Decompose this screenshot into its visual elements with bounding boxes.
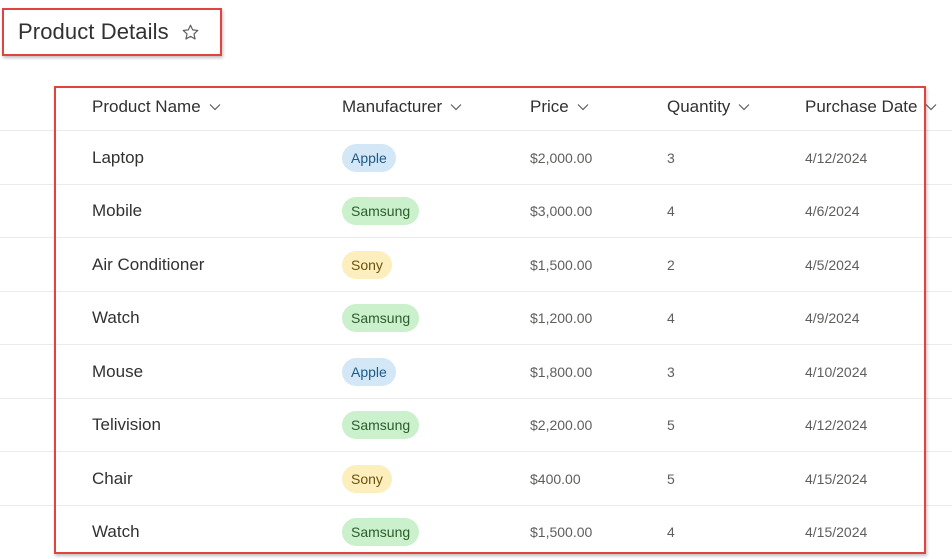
quantity-cell: 4	[667, 185, 675, 238]
manufacturer-pill: Sony	[342, 251, 392, 279]
price-cell: $1,800.00	[530, 345, 592, 398]
purchase-date-cell: 4/9/2024	[805, 292, 860, 345]
manufacturer-pill: Samsung	[342, 304, 419, 332]
quantity-cell: 4	[667, 292, 675, 345]
column-header-purchase-date[interactable]: Purchase Date	[805, 84, 937, 130]
list-body: Laptop Apple $2,000.00 3 4/12/2024 Mobil…	[0, 131, 952, 559]
quantity-cell: 5	[667, 399, 675, 452]
manufacturer-cell: Apple	[342, 131, 396, 184]
product-name-cell[interactable]: Air Conditioner	[92, 238, 204, 291]
list-header: Product Name Manufacturer Price Quantity…	[0, 84, 952, 131]
manufacturer-cell: Samsung	[342, 185, 419, 238]
manufacturer-cell: Apple	[342, 345, 396, 398]
column-header-label: Quantity	[667, 97, 730, 117]
manufacturer-pill: Samsung	[342, 411, 419, 439]
table-row[interactable]: Telivision Samsung $2,200.00 5 4/12/2024	[0, 399, 952, 453]
purchase-date-cell: 4/12/2024	[805, 131, 867, 184]
page-title-container: Product Details	[2, 8, 222, 56]
table-row[interactable]: Laptop Apple $2,000.00 3 4/12/2024	[0, 131, 952, 185]
product-name-cell[interactable]: Mouse	[92, 345, 143, 398]
quantity-cell: 3	[667, 345, 675, 398]
purchase-date-cell: 4/6/2024	[805, 185, 860, 238]
column-header-label: Manufacturer	[342, 97, 442, 117]
chevron-down-icon	[738, 103, 750, 111]
manufacturer-cell: Samsung	[342, 506, 419, 559]
purchase-date-cell: 4/12/2024	[805, 399, 867, 452]
table-row[interactable]: Watch Samsung $1,500.00 4 4/15/2024	[0, 506, 952, 559]
product-name-cell[interactable]: Watch	[92, 292, 140, 345]
table-row[interactable]: Watch Samsung $1,200.00 4 4/9/2024	[0, 292, 952, 346]
product-name-cell[interactable]: Chair	[92, 452, 133, 505]
price-cell: $1,200.00	[530, 292, 592, 345]
table-row[interactable]: Chair Sony $400.00 5 4/15/2024	[0, 452, 952, 506]
price-cell: $2,000.00	[530, 131, 592, 184]
manufacturer-cell: Samsung	[342, 399, 419, 452]
purchase-date-cell: 4/5/2024	[805, 238, 860, 291]
purchase-date-cell: 4/15/2024	[805, 452, 867, 505]
star-icon[interactable]	[181, 22, 201, 42]
table-row[interactable]: Air Conditioner Sony $1,500.00 2 4/5/202…	[0, 238, 952, 292]
manufacturer-pill: Sony	[342, 465, 392, 493]
table-row[interactable]: Mobile Samsung $3,000.00 4 4/6/2024	[0, 185, 952, 239]
column-header-label: Price	[530, 97, 569, 117]
manufacturer-cell: Sony	[342, 238, 392, 291]
chevron-down-icon	[577, 103, 589, 111]
column-header-quantity[interactable]: Quantity	[667, 84, 750, 130]
manufacturer-pill: Samsung	[342, 518, 419, 546]
price-cell: $2,200.00	[530, 399, 592, 452]
quantity-cell: 5	[667, 452, 675, 505]
price-cell: $1,500.00	[530, 506, 592, 559]
product-name-cell[interactable]: Watch	[92, 506, 140, 559]
manufacturer-pill: Apple	[342, 144, 396, 172]
column-header-price[interactable]: Price	[530, 84, 589, 130]
manufacturer-cell: Sony	[342, 452, 392, 505]
chevron-down-icon	[925, 103, 937, 111]
quantity-cell: 2	[667, 238, 675, 291]
column-header-manufacturer[interactable]: Manufacturer	[342, 84, 462, 130]
page-title: Product Details	[18, 19, 169, 45]
product-name-cell[interactable]: Laptop	[92, 131, 144, 184]
product-name-cell[interactable]: Telivision	[92, 399, 161, 452]
column-header-label: Purchase Date	[805, 97, 917, 117]
product-name-cell[interactable]: Mobile	[92, 185, 142, 238]
price-cell: $1,500.00	[530, 238, 592, 291]
chevron-down-icon	[450, 103, 462, 111]
chevron-down-icon	[209, 103, 221, 111]
column-header-label: Product Name	[92, 97, 201, 117]
quantity-cell: 3	[667, 131, 675, 184]
price-cell: $400.00	[530, 452, 581, 505]
manufacturer-pill: Apple	[342, 358, 396, 386]
purchase-date-cell: 4/15/2024	[805, 506, 867, 559]
purchase-date-cell: 4/10/2024	[805, 345, 867, 398]
manufacturer-pill: Samsung	[342, 197, 419, 225]
table-row[interactable]: Mouse Apple $1,800.00 3 4/10/2024	[0, 345, 952, 399]
manufacturer-cell: Samsung	[342, 292, 419, 345]
price-cell: $3,000.00	[530, 185, 592, 238]
quantity-cell: 4	[667, 506, 675, 559]
column-header-product-name[interactable]: Product Name	[92, 84, 221, 130]
